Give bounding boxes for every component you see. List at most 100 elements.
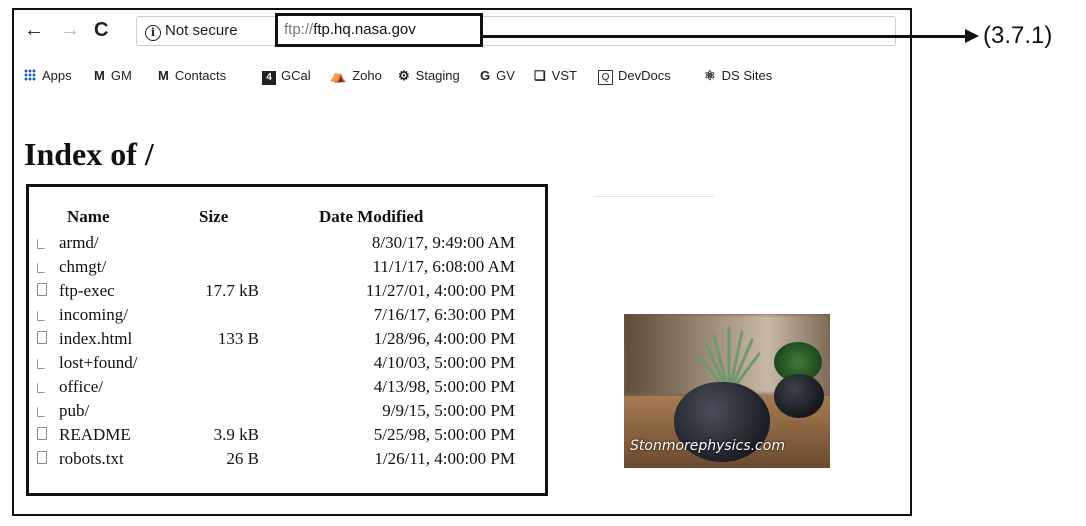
entry-date: 1/26/11, 4:00:00 PM (374, 449, 515, 468)
url-scheme: ftp:// (284, 21, 314, 38)
listing-row[interactable]: armd/8/30/17, 9:49:00 AM (29, 231, 545, 255)
entry-name-link[interactable]: robots.txt (59, 449, 124, 469)
bookmark-zoho[interactable]: ⛺ Zoho (330, 68, 382, 84)
column-header-date[interactable]: Date Modified (319, 207, 423, 227)
bookmark-label: Contacts (174, 68, 227, 83)
back-arrow-icon[interactable]: ← (24, 18, 44, 42)
entry-size: 17.7 kB (205, 281, 259, 300)
bookmark-label: DS Sites (721, 68, 773, 83)
listing-row[interactable]: lost+found/4/10/03, 5:00:00 PM (29, 351, 545, 375)
forward-arrow-icon[interactable]: → (60, 18, 80, 42)
entry-date: 4/13/98, 5:00:00 PM (373, 377, 515, 396)
bookmark-staging[interactable]: ⚙ Staging (398, 68, 460, 84)
folder-icon (37, 407, 45, 417)
folder-icon (37, 359, 45, 369)
gmail-icon: M (94, 68, 105, 83)
listing-row[interactable]: office/4/13/98, 5:00:00 PM (29, 375, 545, 399)
entry-date: 4/10/03, 5:00:00 PM (373, 353, 515, 372)
zoho-icon: ⛺ (330, 68, 347, 83)
address-bar[interactable]: i Not secure ftp://ftp.hq.nasa.gov (136, 13, 896, 47)
divider (594, 196, 714, 197)
entry-date: 5/25/98, 5:00:00 PM (373, 425, 515, 444)
staging-icon: ⚙ (398, 68, 410, 83)
file-icon (37, 331, 47, 344)
bookmark-gv[interactable]: G GV (480, 68, 515, 83)
file-icon (37, 451, 47, 464)
plant-photo: Stonmorephysics.com (624, 314, 830, 468)
url-host: ftp.hq.nasa.gov (313, 21, 416, 38)
entry-date: 9/9/15, 5:00:00 PM (382, 401, 515, 420)
calendar-icon: 4 (262, 71, 276, 85)
callout-line (480, 35, 965, 38)
bookmark-label: GCal (281, 68, 311, 83)
bookmark-label: GV (496, 68, 515, 83)
column-header-size[interactable]: Size (199, 207, 228, 227)
security-indicator[interactable]: i Not secure (145, 22, 238, 41)
callout-label: (3.7.1) (983, 22, 1053, 49)
bookmark-ds-sites[interactable]: ⚛ DS Sites (704, 68, 772, 84)
listing-row[interactable]: robots.txt 26 B 1/26/11, 4:00:00 PM (29, 447, 545, 471)
column-header-name[interactable]: Name (67, 207, 109, 227)
entry-date: 8/30/17, 9:49:00 AM (371, 233, 515, 252)
reload-icon[interactable]: C (94, 18, 108, 42)
entry-name-link[interactable]: pub/ (59, 401, 89, 421)
entry-size: 133 B (217, 329, 259, 348)
listing-row[interactable]: chmgt/11/1/17, 6:08:00 AM (29, 255, 545, 279)
entry-name-link[interactable]: incoming/ (59, 305, 128, 325)
bookmark-apps[interactable]: Apps (24, 68, 72, 83)
bookmark-label: Zoho (352, 68, 382, 83)
google-voice-icon: G (480, 68, 491, 83)
entry-date: 7/16/17, 6:30:00 PM (373, 305, 515, 324)
url-text[interactable]: ftp://ftp.hq.nasa.gov (284, 21, 416, 38)
folder-icon (37, 383, 45, 393)
entry-name-link[interactable]: index.html (59, 329, 132, 349)
browser-toolbar: ← → C i Not secure ftp://ftp.hq.nasa.gov (14, 10, 910, 54)
page-title: Index of / (24, 136, 154, 172)
listing-row[interactable]: index.html 133 B 1/28/96, 4:00:00 PM (29, 327, 545, 351)
file-icon (37, 283, 47, 296)
folder-icon (37, 263, 45, 273)
entry-date: 11/27/01, 4:00:00 PM (365, 281, 515, 300)
entry-name-link[interactable]: ftp-exec (59, 281, 115, 301)
bookmark-label: DevDocs (618, 68, 671, 83)
bookmark-label: Staging (415, 68, 460, 83)
entry-size: 3.9 kB (213, 425, 259, 444)
callout-arrow-icon (965, 29, 979, 43)
entry-date: 1/28/96, 4:00:00 PM (373, 329, 515, 348)
file-icon (37, 427, 47, 440)
bookmark-gm[interactable]: M GM (94, 68, 132, 83)
entry-date: 11/1/17, 6:08:00 AM (372, 257, 515, 276)
entry-name-link[interactable]: armd/ (59, 233, 99, 253)
bookmark-devdocs[interactable]: Q DevDocs (598, 68, 671, 85)
security-label: Not secure (165, 22, 238, 39)
photo-pot-small (774, 374, 824, 418)
listing-row[interactable]: ftp-exec 17.7 kB 11/27/01, 4:00:00 PM (29, 279, 545, 303)
browser-window: ← → C i Not secure ftp://ftp.hq.nasa.gov … (12, 8, 912, 516)
photo-watermark: Stonmorephysics.com (630, 438, 785, 454)
folder-icon (37, 311, 45, 321)
gmail-icon: M (158, 68, 169, 83)
bookmark-gcal[interactable]: 4 GCal (262, 68, 311, 85)
listing-row[interactable]: README 3.9 kB 5/25/98, 5:00:00 PM (29, 423, 545, 447)
bookmark-label: Apps (42, 68, 72, 83)
entry-size: 26 B (226, 449, 259, 468)
ds-sites-icon: ⚛ (704, 68, 716, 83)
entry-name-link[interactable]: chmgt/ (59, 257, 106, 277)
bookmarks-bar: Apps M GM M Contacts 4 GCal ⛺ Zoho ⚙ Staging … (14, 58, 910, 92)
apps-grid-icon (24, 69, 36, 81)
bookmark-label: GM (110, 68, 132, 83)
directory-listing: Name Size Date Modified armd/8/30/17, 9:… (26, 184, 548, 496)
entry-name-link[interactable]: office/ (59, 377, 103, 397)
bookmark-vst[interactable]: ❏ VST (534, 68, 577, 84)
listing-row[interactable]: pub/9/9/15, 5:00:00 PM (29, 399, 545, 423)
bookmark-contacts[interactable]: M Contacts (158, 68, 226, 83)
vst-icon: ❏ (534, 68, 546, 83)
folder-icon (37, 239, 45, 249)
url-highlight-box[interactable]: ftp://ftp.hq.nasa.gov (275, 13, 483, 47)
listing-row[interactable]: incoming/7/16/17, 6:30:00 PM (29, 303, 545, 327)
entry-name-link[interactable]: lost+found/ (59, 353, 138, 373)
bookmark-label: VST (551, 68, 577, 83)
search-icon: Q (598, 70, 613, 85)
entry-name-link[interactable]: README (59, 425, 131, 445)
info-icon: i (145, 25, 161, 41)
